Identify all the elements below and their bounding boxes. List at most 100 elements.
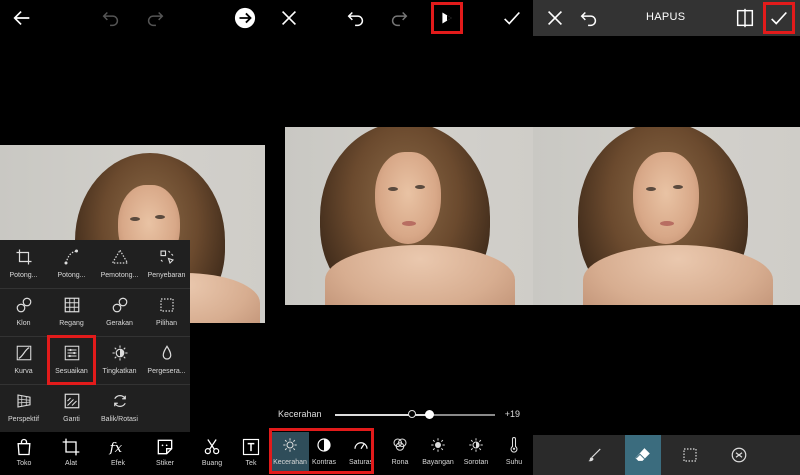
- crop-icon: [16, 249, 31, 265]
- eraser-icon: [635, 448, 650, 461]
- adjust-highlights[interactable]: Sorotan: [457, 436, 495, 466]
- top-bar: [0, 0, 265, 36]
- brush-tool[interactable]: [577, 435, 613, 475]
- highlights-icon: [469, 438, 483, 452]
- freecrop-icon: [64, 249, 78, 265]
- tool-shape-crop[interactable]: Pemotong...: [96, 240, 143, 288]
- flip-rotate-icon: [113, 395, 126, 407]
- slider-center-mark: [408, 410, 416, 418]
- tools-menu: Potong... Potong... Pemotong... Penyebar…: [0, 240, 190, 432]
- top-bar: [265, 0, 533, 36]
- shape-crop-icon: [110, 249, 129, 264]
- compare-icon: [736, 8, 754, 28]
- photo-canvas[interactable]: [285, 127, 533, 305]
- tool-stretch[interactable]: Regang: [48, 288, 95, 336]
- hue-icon: [393, 438, 407, 451]
- checkmark-icon: [771, 11, 787, 25]
- highlight-box: [269, 428, 374, 474]
- selection-tool[interactable]: [672, 435, 708, 475]
- enhance-icon: [112, 345, 127, 361]
- undo-button[interactable]: [342, 4, 370, 32]
- tool-motion[interactable]: Gerakan: [96, 288, 143, 336]
- selection-icon: [683, 448, 697, 462]
- undo-icon: [580, 11, 597, 27]
- redo-icon: [147, 11, 164, 27]
- tool-free-crop[interactable]: Potong...: [48, 240, 95, 288]
- temperature-icon: [510, 437, 518, 453]
- svg-text:fx: fx: [109, 441, 123, 456]
- tool-tilt-shift[interactable]: Pergesera...: [143, 336, 190, 384]
- adjust-panel: Kecerahan +19 Kecerahan Kontras Saturas …: [265, 0, 533, 475]
- undo-button[interactable]: [97, 4, 125, 32]
- photo-canvas[interactable]: [533, 127, 800, 305]
- tool-adjust[interactable]: Sesuaikan: [47, 335, 96, 385]
- page-title: HAPUS: [646, 11, 686, 23]
- tool-crop[interactable]: Potong...: [0, 240, 47, 288]
- slider-value: +19: [504, 409, 520, 419]
- bottom-nav: Toko Alat fx Efek Stiker Buang Tek: [0, 433, 265, 475]
- tool-curves[interactable]: Kurva: [0, 336, 47, 384]
- tool-dispersion[interactable]: Penyebaran: [143, 240, 190, 288]
- slider-label: Kecerahan: [278, 409, 322, 419]
- erase-tools-bar: [533, 435, 800, 475]
- dispersion-icon: [159, 250, 174, 265]
- tool-enhance[interactable]: Tingkatkan: [96, 336, 143, 384]
- adjust-temperature[interactable]: Suhu: [495, 436, 533, 466]
- tool-flip-rotate[interactable]: Balik/Rotasi: [96, 384, 143, 432]
- brush-icon: [588, 448, 601, 462]
- arrow-left-icon: [13, 10, 30, 26]
- apply-button[interactable]: [763, 2, 795, 34]
- adjust-icon: [64, 345, 79, 361]
- brightness-slider-row: Kecerahan +19: [265, 405, 533, 425]
- eraser-tool[interactable]: [625, 435, 661, 475]
- replace-icon: [64, 393, 79, 409]
- apply-button[interactable]: [498, 4, 526, 32]
- checkmark-icon: [504, 11, 520, 25]
- close-icon: [547, 10, 563, 26]
- close-button[interactable]: [541, 4, 569, 32]
- nav-tools[interactable]: Alat: [48, 437, 94, 467]
- crop-tool-icon: [62, 438, 80, 456]
- clone-icon: [16, 297, 31, 313]
- adjust-hue[interactable]: Rona: [381, 436, 419, 466]
- undo-icon: [347, 11, 364, 27]
- nav-shop[interactable]: Toko: [1, 437, 47, 467]
- sticker-icon: [157, 439, 173, 455]
- tool-perspective[interactable]: Perspektif: [0, 384, 47, 432]
- cutout-icon: [204, 439, 220, 455]
- editor-tools-panel: Potong... Potong... Pemotong... Penyebar…: [0, 0, 265, 475]
- adjust-shadows[interactable]: Bayangan: [419, 436, 457, 466]
- compare-button[interactable]: [731, 4, 759, 32]
- tool-clone[interactable]: Klon: [0, 288, 47, 336]
- eraser-mode-button[interactable]: [431, 2, 463, 34]
- redo-button[interactable]: [141, 4, 169, 32]
- stretch-icon: [64, 297, 79, 313]
- redo-button[interactable]: [385, 4, 413, 32]
- tool-replace[interactable]: Ganti: [48, 384, 95, 432]
- fx-icon: fx: [109, 441, 123, 456]
- tilt-shift-icon: [162, 345, 171, 360]
- back-button[interactable]: [8, 4, 36, 32]
- shop-bag-icon: [17, 438, 31, 456]
- undo-button[interactable]: [575, 4, 603, 32]
- nav-text[interactable]: Tek: [236, 437, 265, 467]
- close-button[interactable]: [275, 4, 303, 32]
- erase-panel: HAPUS: [533, 0, 800, 475]
- nav-sticker[interactable]: Stiker: [142, 437, 188, 467]
- person-select-tool[interactable]: [721, 435, 757, 475]
- slider-handle[interactable]: [425, 410, 434, 419]
- motion-icon: [112, 297, 127, 313]
- eraser-toggle-icon: [442, 12, 452, 24]
- nav-cutout[interactable]: Buang: [189, 437, 235, 467]
- undo-icon: [102, 11, 119, 27]
- redo-icon: [391, 11, 408, 27]
- person-select-icon: [731, 447, 747, 463]
- selection-icon: [159, 298, 174, 312]
- nav-effects[interactable]: fx Efek: [95, 437, 141, 467]
- text-icon: [242, 438, 260, 456]
- tool-selection[interactable]: Pilihan: [143, 288, 190, 336]
- curves-icon: [16, 345, 31, 361]
- brightness-slider[interactable]: [335, 410, 495, 419]
- next-button[interactable]: [231, 4, 259, 32]
- adjust-tools-bar: Kecerahan Kontras Saturas Rona Bayangan …: [265, 428, 533, 475]
